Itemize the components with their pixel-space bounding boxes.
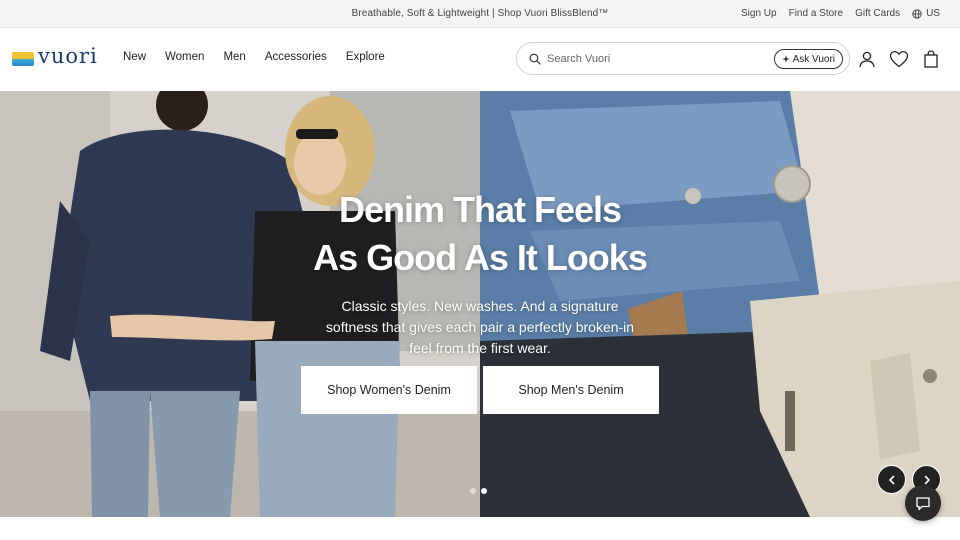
account-icon[interactable] <box>857 49 877 69</box>
announcement-bar: Breathable, Soft & Lightweight | Shop Vu… <box>0 0 960 28</box>
bag-icon[interactable] <box>921 49 941 69</box>
carousel-dot-1[interactable] <box>470 488 476 494</box>
site-header: vuori New Women Men Accessories Explore … <box>0 28 960 91</box>
find-store-link[interactable]: Find a Store <box>789 8 843 19</box>
shop-womens-denim-button[interactable]: Shop Women's Denim <box>301 366 477 414</box>
ask-vuori-button[interactable]: Ask Vuori <box>773 49 843 69</box>
hero-subtitle: Classic styles. New washes. And a signat… <box>325 298 635 356</box>
ask-vuori-label: Ask Vuori <box>792 53 835 65</box>
search-input[interactable] <box>547 50 767 68</box>
sparkle-icon <box>781 55 790 63</box>
carousel-dots <box>470 488 487 494</box>
main-nav: New Women Men Accessories Explore <box>123 51 385 63</box>
chat-button[interactable] <box>905 485 941 521</box>
region-selector[interactable]: US <box>912 8 940 19</box>
utility-links: Sign Up Find a Store Gift Cards US <box>741 8 940 19</box>
nav-item-women[interactable]: Women <box>165 51 204 63</box>
heart-icon[interactable] <box>889 49 909 69</box>
logo-mark-icon <box>12 51 34 66</box>
hero-title-line-1: Denim That Feels <box>338 189 622 230</box>
shop-mens-denim-button[interactable]: Shop Men's Denim <box>483 366 659 414</box>
sign-up-link[interactable]: Sign Up <box>741 8 777 19</box>
logo-wordmark: vuori <box>38 44 98 68</box>
nav-item-new[interactable]: New <box>123 51 146 63</box>
below-fold-area <box>0 517 960 540</box>
chevron-left-icon <box>888 475 894 484</box>
hero-title: Denim That Feels As Good As It Looks <box>280 186 680 282</box>
gift-cards-link[interactable]: Gift Cards <box>855 8 900 19</box>
hero-title-line-2: As Good As It Looks <box>313 237 648 278</box>
nav-item-men[interactable]: Men <box>223 51 245 63</box>
search-bar: Ask Vuori <box>516 42 850 75</box>
nav-item-explore[interactable]: Explore <box>346 51 385 63</box>
carousel-dot-2[interactable] <box>481 488 487 494</box>
vuori-logo[interactable]: vuori <box>12 46 98 67</box>
hero-carousel: Denim That Feels As Good As It Looks Cla… <box>0 91 960 517</box>
nav-item-accessories[interactable]: Accessories <box>265 51 327 63</box>
carousel-prev-button[interactable] <box>877 465 906 494</box>
chevron-right-icon <box>924 475 930 484</box>
globe-icon <box>912 8 922 19</box>
chat-bubble-icon <box>916 496 930 510</box>
hero-copy: Denim That Feels As Good As It Looks Cla… <box>280 186 680 359</box>
region-label: US <box>926 8 940 19</box>
search-icon <box>529 53 541 65</box>
